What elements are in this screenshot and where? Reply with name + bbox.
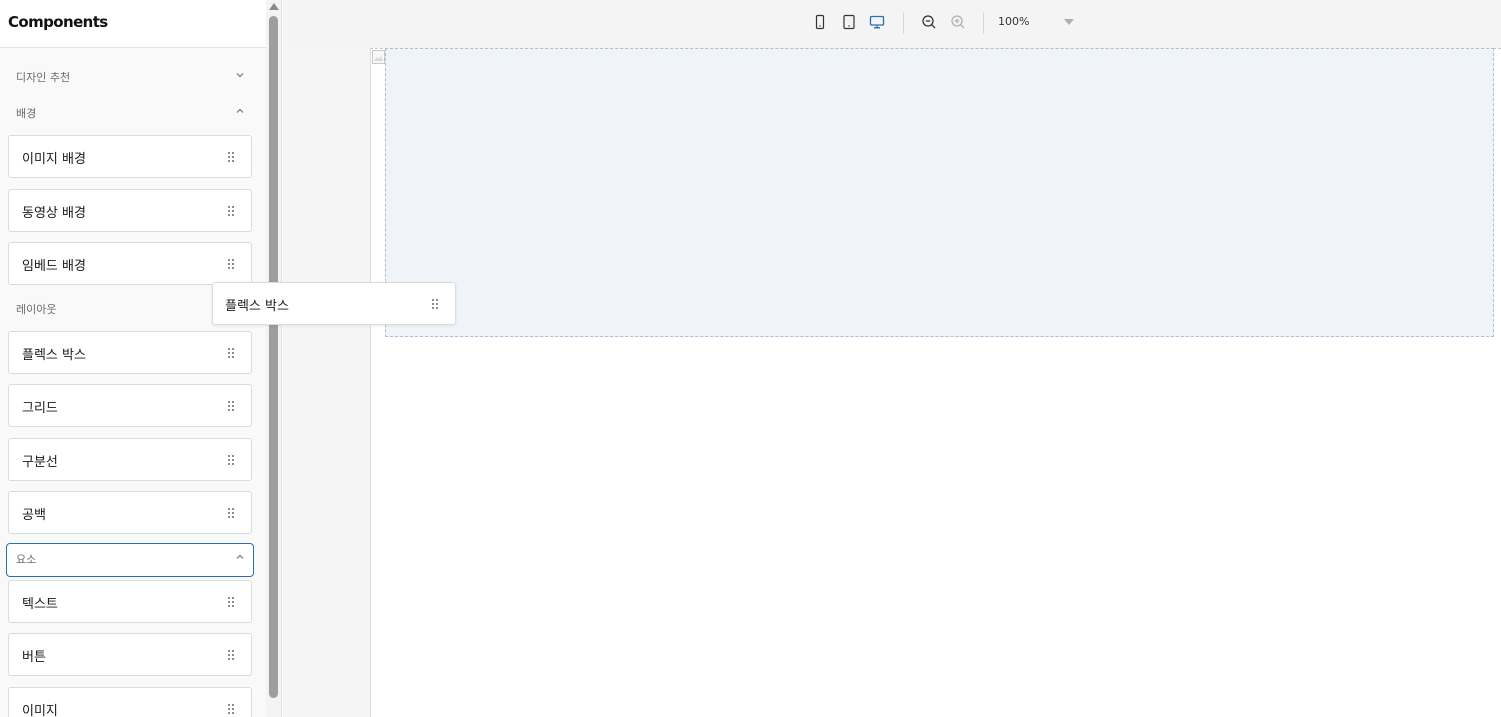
toolbar-divider: [983, 12, 984, 34]
canvas-toolbar: 100%: [283, 0, 1501, 46]
scrollbar-thumb[interactable]: [269, 16, 278, 698]
component-label: 버튼: [22, 650, 46, 665]
section-label: 레이아웃: [16, 303, 57, 316]
drag-handle-icon[interactable]: [431, 298, 439, 310]
zoom-select[interactable]: 100%: [998, 14, 1078, 32]
drag-handle-icon[interactable]: [227, 703, 235, 715]
component-label: 텍스트: [22, 597, 58, 612]
drag-handle-icon[interactable]: [227, 649, 235, 661]
drag-handle-icon[interactable]: [227, 507, 235, 519]
mobile-icon[interactable]: [812, 14, 828, 30]
component-label: 임베드 배경: [22, 259, 86, 274]
component-button[interactable]: 버튼: [8, 633, 252, 676]
sidebar-title: Components: [8, 13, 108, 31]
caret-down-icon: [1064, 19, 1074, 25]
drag-handle-icon[interactable]: [227, 258, 235, 270]
component-text[interactable]: 텍스트: [8, 580, 252, 623]
zoom-in-icon[interactable]: [950, 14, 966, 30]
component-label: 구분선: [22, 455, 58, 470]
component-grid[interactable]: 그리드: [8, 384, 252, 427]
chevron-down-icon: [236, 73, 244, 78]
drag-handle-icon[interactable]: [227, 151, 235, 163]
section-label: 요소: [16, 553, 37, 566]
chevron-up-icon: [236, 108, 244, 113]
section-elements[interactable]: 요소: [6, 543, 254, 577]
drag-handle-icon[interactable]: [227, 400, 235, 412]
component-label: 이미지: [22, 704, 58, 717]
component-flex-box[interactable]: 플렉스 박스: [8, 331, 252, 374]
sidebar-header: Components: [0, 0, 266, 48]
component-label: 그리드: [22, 401, 58, 416]
component-video-background[interactable]: 동영상 배경: [8, 189, 252, 232]
ghost-label: 플렉스 박스: [225, 299, 289, 314]
broken-image-icon: [372, 50, 385, 64]
drag-handle-icon[interactable]: [227, 347, 235, 359]
component-image-background[interactable]: 이미지 배경: [8, 135, 252, 178]
component-label: 공백: [22, 508, 46, 523]
section-label: 디자인 추천: [16, 71, 71, 84]
zoom-out-icon[interactable]: [921, 14, 937, 30]
component-spacer[interactable]: 공백: [8, 491, 252, 534]
section-design-recommend[interactable]: 디자인 추천: [6, 60, 254, 94]
zoom-value: 100%: [998, 15, 1030, 28]
drag-handle-icon[interactable]: [227, 596, 235, 608]
component-image[interactable]: 이미지: [8, 687, 252, 717]
drag-handle-icon[interactable]: [227, 205, 235, 217]
desktop-icon[interactable]: [869, 14, 885, 30]
section-label: 배경: [16, 107, 37, 120]
scroll-up-arrow-icon[interactable]: [269, 2, 279, 10]
components-sidebar: Components 디자인 추천 배경 이미지 배경 동영상 배경 임베드 배…: [0, 0, 282, 717]
dragging-flex-box-ghost[interactable]: 플렉스 박스: [212, 282, 456, 325]
component-label: 이미지 배경: [22, 152, 86, 167]
chevron-up-icon: [236, 554, 244, 559]
toolbar-divider: [903, 12, 904, 34]
component-label: 플렉스 박스: [22, 348, 86, 363]
component-divider[interactable]: 구분선: [8, 438, 252, 481]
drag-handle-icon[interactable]: [227, 454, 235, 466]
component-embed-background[interactable]: 임베드 배경: [8, 242, 252, 285]
section-background[interactable]: 배경: [6, 96, 254, 130]
drop-zone[interactable]: [385, 48, 1494, 337]
component-label: 동영상 배경: [22, 206, 86, 221]
tablet-icon[interactable]: [841, 14, 857, 30]
